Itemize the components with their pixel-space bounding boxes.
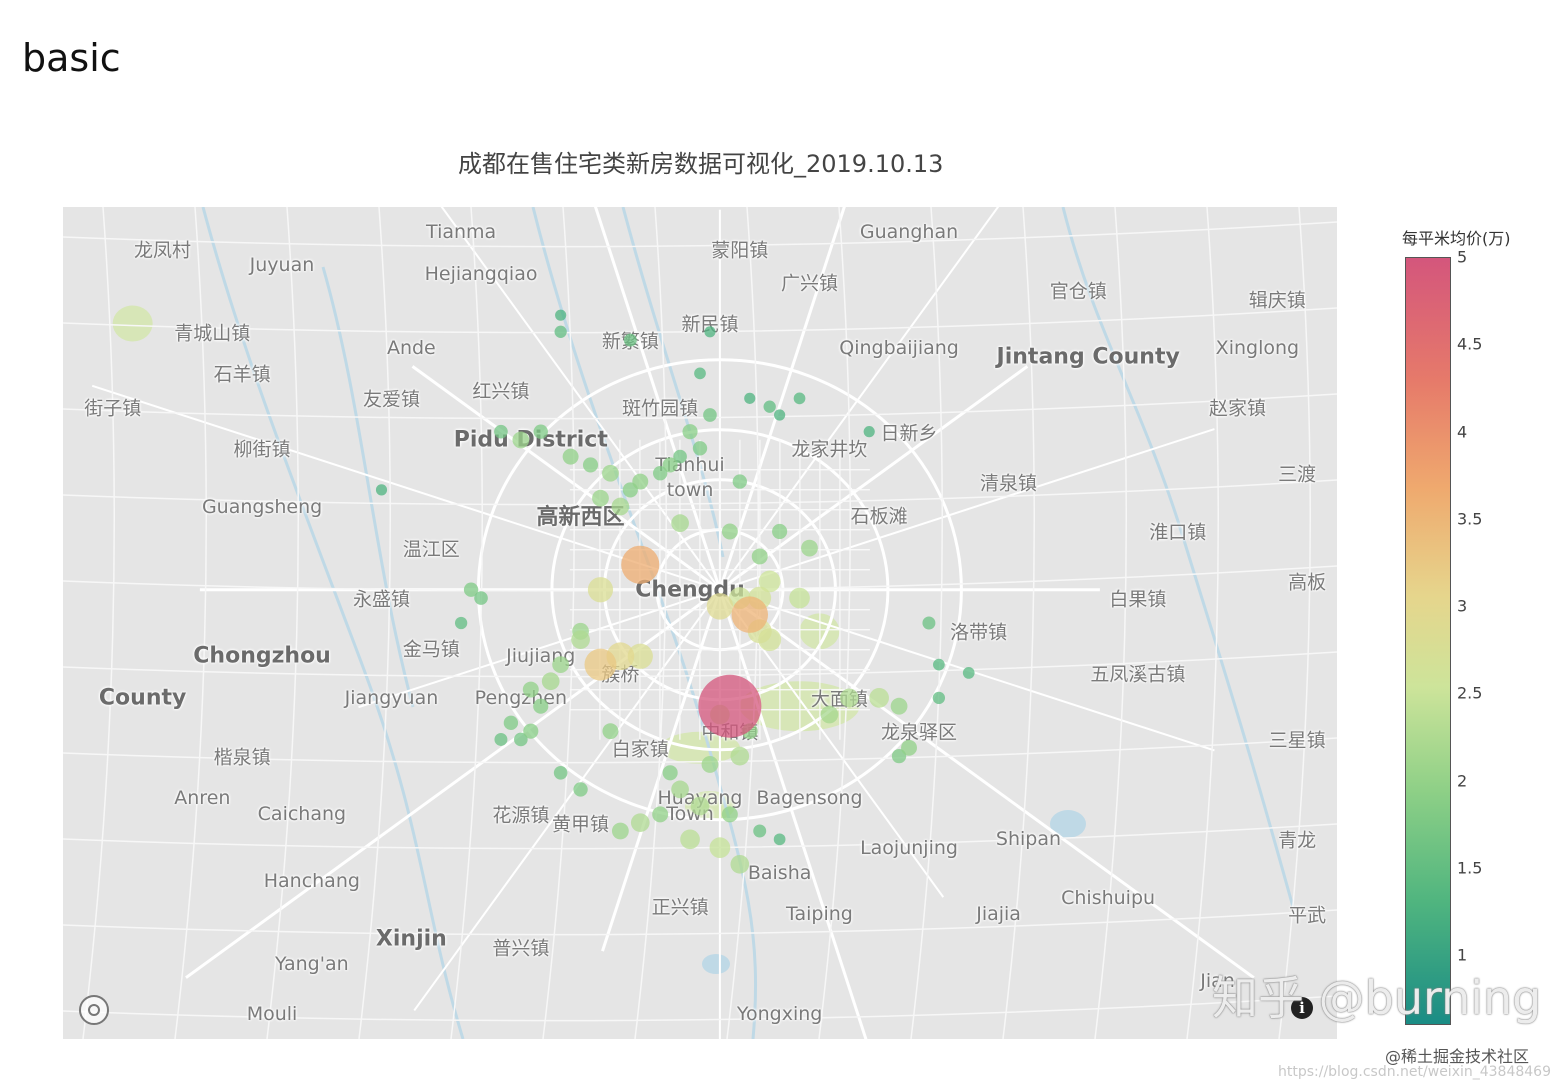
price-point (773, 833, 786, 846)
colorbar-tick-label: 2.5 (1457, 683, 1483, 703)
price-point (584, 648, 617, 681)
colorbar-tick-label: 4.5 (1457, 334, 1483, 354)
price-point (721, 523, 738, 540)
price-point (863, 426, 875, 438)
colorbar (1405, 257, 1451, 1025)
price-point (522, 681, 539, 698)
price-point (592, 489, 609, 507)
price-point (763, 400, 776, 413)
price-point (694, 367, 706, 380)
price-point (690, 796, 710, 816)
price-point (552, 656, 570, 673)
price-point (630, 813, 650, 833)
price-point (704, 326, 716, 338)
price-point (730, 854, 750, 874)
price-point (932, 691, 946, 705)
price-point (839, 688, 859, 708)
price-point (680, 829, 700, 850)
price-point (709, 837, 731, 858)
scatter-layer (375, 309, 975, 874)
price-point (901, 739, 917, 756)
colorbar-tick-label: 4 (1457, 422, 1468, 442)
colorbar-tick-label: 3 (1457, 596, 1468, 616)
price-point (933, 658, 945, 671)
price-point (611, 497, 630, 516)
chart-title: 成都在售住宅类新房数据可视化_2019.10.13 (458, 150, 944, 178)
price-point (463, 582, 479, 597)
price-point (869, 688, 889, 708)
price-point (671, 514, 689, 533)
notebook-heading: basic (22, 36, 121, 80)
price-point (554, 325, 567, 338)
colorbar-tick-label: 5 (1457, 247, 1468, 267)
price-point (632, 473, 649, 490)
price-point (698, 674, 762, 738)
price-point (789, 587, 810, 609)
price-point (890, 697, 908, 715)
watermark: 知乎 @burning (1212, 971, 1542, 1025)
price-point (962, 667, 975, 679)
price-point (512, 431, 530, 449)
price-point (571, 630, 590, 649)
colorbar-tick-label: 1.5 (1457, 858, 1483, 878)
price-point (602, 464, 619, 482)
price-point (744, 392, 756, 404)
price-point (602, 723, 619, 740)
price-point (541, 672, 560, 691)
colorbar-tick-label: 2 (1457, 771, 1468, 791)
price-point (503, 715, 519, 731)
price-point (454, 616, 468, 630)
price-point (732, 474, 747, 489)
price-point (662, 457, 678, 473)
price-point (922, 616, 936, 630)
price-point (533, 424, 548, 439)
price-point (820, 705, 839, 724)
price-point (553, 765, 568, 780)
price-point (793, 392, 806, 405)
price-point (721, 806, 738, 823)
price-point (494, 733, 508, 746)
price-point (623, 333, 637, 347)
price-point (582, 457, 599, 473)
map-plot-area[interactable]: Tianma Guanghan 龙凤村 Juyuan Hejiangqiao 蒙阳镇 广兴镇… (63, 207, 1337, 1039)
price-point (573, 782, 588, 797)
price-point (682, 424, 698, 440)
price-point (774, 409, 786, 421)
price-point (730, 746, 750, 766)
price-point (706, 593, 734, 620)
mapbox-logo-icon[interactable] (79, 995, 109, 1025)
price-point (692, 441, 708, 456)
price-point (671, 780, 689, 799)
price-point (703, 408, 717, 422)
price-point (621, 545, 660, 584)
price-point (533, 698, 549, 714)
price-point (751, 548, 768, 565)
price-point (494, 424, 508, 439)
footer-url: https://blog.csdn.net/weixin_43848469 (1277, 1064, 1551, 1080)
price-point (753, 824, 767, 838)
price-point (731, 596, 769, 633)
price-point (652, 806, 669, 823)
price-point (562, 448, 579, 465)
price-point (772, 523, 788, 540)
colorbar-tick-label: 3.5 (1457, 509, 1483, 529)
colorbar-title: 每平米均价(万) (1402, 229, 1511, 248)
price-point (801, 539, 818, 557)
price-point (611, 822, 629, 840)
price-point (587, 577, 614, 603)
price-point (523, 723, 539, 739)
price-point (662, 765, 678, 781)
price-point (375, 484, 388, 496)
price-point (555, 309, 567, 321)
price-point (701, 756, 719, 773)
